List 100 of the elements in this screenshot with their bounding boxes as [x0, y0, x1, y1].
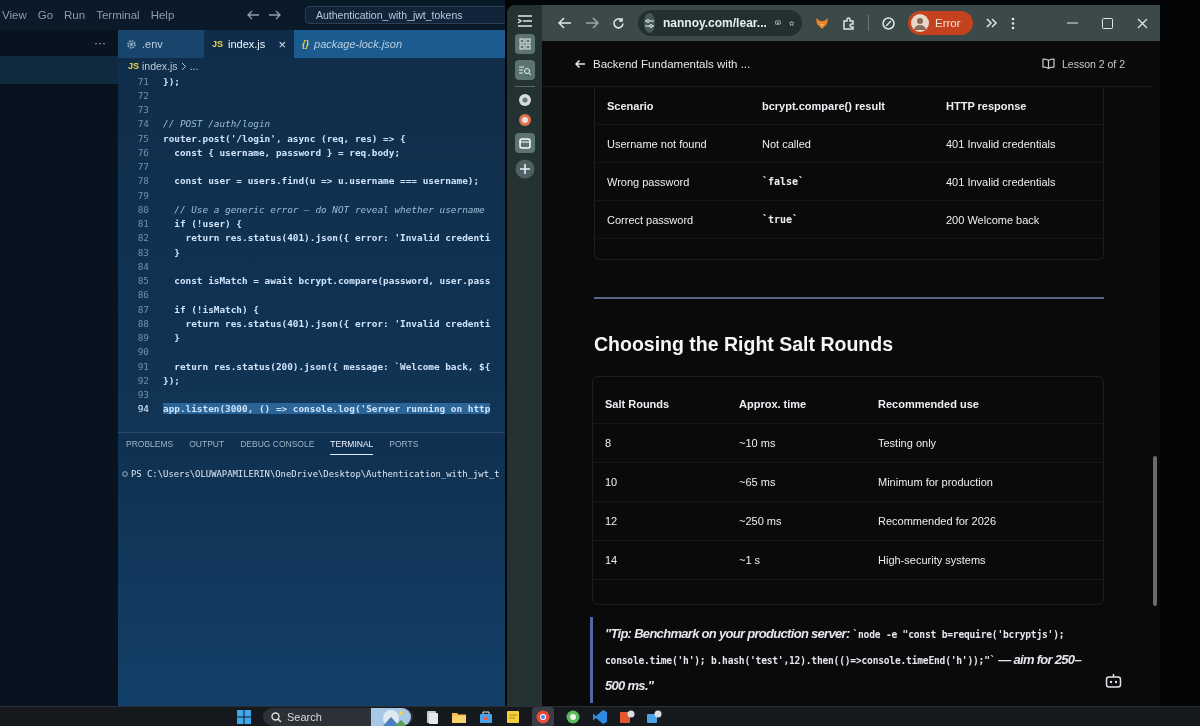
circle-icon	[122, 471, 128, 477]
panel-tab[interactable]: OUTPUT	[189, 439, 225, 454]
panel-tab[interactable]: DEBUG CONSOLE	[240, 439, 315, 454]
line-number: 90	[136, 346, 149, 358]
fox-icon[interactable]	[815, 16, 829, 30]
menu-item[interactable]: View	[2, 9, 27, 21]
windows-logo-icon[interactable]	[236, 708, 252, 725]
bag-icon[interactable]	[478, 708, 494, 725]
window-icon	[518, 137, 531, 149]
line-number: 88	[136, 317, 149, 329]
more-menu-icon[interactable]	[1010, 16, 1015, 30]
maximize-icon[interactable]	[1102, 17, 1113, 29]
menu-item[interactable]: Go	[37, 9, 54, 21]
code-line: // Use a generic error — do NOT reveal whether username	[173, 203, 485, 215]
plus-icon[interactable]	[514, 159, 535, 179]
code-line: const isMatch = await bcrypt.compare(password, user.pass	[173, 275, 491, 287]
table-cell-text: ~65 ms	[739, 476, 777, 488]
close-icon[interactable]	[1137, 17, 1148, 29]
line-number: 91	[136, 360, 149, 372]
editor-tab[interactable]: .env	[118, 30, 204, 58]
line-number: 74	[136, 118, 149, 130]
grid-button[interactable]	[514, 34, 535, 54]
line-number: 82	[136, 232, 149, 244]
line-number: 87	[136, 303, 149, 315]
more-button[interactable]: ···	[94, 36, 106, 50]
table-cell-text: 401 Invalid credentials	[946, 175, 1057, 188]
app-button[interactable]	[514, 133, 535, 153]
reload-icon[interactable]	[612, 16, 625, 30]
line-number: 80	[136, 203, 149, 215]
line-number: 86	[136, 289, 149, 301]
panel-tab[interactable]: PROBLEMS	[126, 439, 174, 454]
back-arrow-icon[interactable]	[246, 10, 260, 20]
profile-button[interactable]: Error	[908, 11, 973, 35]
column-header: Scenario	[607, 99, 655, 112]
line-number: 92	[136, 374, 149, 386]
files-icon[interactable]	[424, 708, 440, 725]
line-number: 77	[136, 161, 149, 173]
stack-icon[interactable]	[646, 708, 662, 725]
table-cell-text: Recommended for 2026	[878, 515, 997, 527]
table-cell-text: 10	[605, 476, 619, 488]
column-header: HTTP response	[946, 99, 1028, 112]
line-number: 93	[136, 389, 149, 401]
book-icon	[1041, 58, 1055, 69]
forward-arrow-icon[interactable]	[268, 10, 282, 20]
panel-tab[interactable]: PORTS	[389, 439, 419, 454]
line-number: 84	[136, 260, 149, 272]
editor-tab[interactable]: {} package-lock.json	[294, 30, 505, 58]
chevrons-icon[interactable]	[985, 18, 998, 28]
line-number: 79	[136, 189, 149, 201]
avatar-icon	[911, 14, 929, 32]
forward-arrow-icon[interactable]	[585, 17, 599, 29]
code-line: const user = users.find(u => u.username === username);	[173, 175, 480, 187]
table-cell-text: Testing only	[878, 437, 938, 449]
search-field[interactable]: Authentication_with_jwt_tokens	[305, 6, 505, 24]
close-tab-button[interactable]: ×	[278, 36, 286, 52]
line-number: 81	[136, 218, 149, 230]
note-icon[interactable]	[505, 708, 521, 725]
code-line: });	[163, 75, 180, 87]
table-cell-text: High-security systems	[878, 554, 987, 566]
panel-tab[interactable]: TERMINAL	[330, 439, 374, 455]
table-cell-text: ~1 s	[739, 554, 762, 566]
circle-logo-icon[interactable]	[517, 113, 532, 127]
code-editor-icon[interactable]	[592, 708, 608, 725]
address-bar[interactable]: nannoy.com/lear...	[638, 10, 802, 36]
code-line: // POST /auth/login	[163, 118, 271, 130]
puzzle-icon[interactable]	[842, 16, 855, 30]
tip-quote: "Tip: Benchmark on your production server: `node -e "const b=require('bcryptjs'); console.time('h'); b.hash('test',12).then(()=>console.timeEnd('h'));"` — aim for 250–500 ms."	[590, 617, 1097, 703]
code-line: return res.status(401).json({ error: 'Invalid credenti	[184, 317, 491, 329]
code-line: }	[173, 246, 180, 258]
section-heading: Choosing the Right Salt Rounds	[594, 333, 894, 357]
chat-icon[interactable]	[565, 708, 581, 725]
sidebar-toggle-icon[interactable]	[516, 14, 533, 28]
menu-item[interactable]: Help	[150, 9, 175, 21]
line-number: 83	[136, 246, 149, 258]
table-cell-text: 200 Welcome back	[946, 213, 1041, 226]
breadcrumb-item[interactable]: ...	[189, 60, 199, 72]
table-cell-text: Not called	[762, 137, 812, 150]
scrollbar-thumb[interactable]	[1153, 456, 1157, 606]
menu-item[interactable]: Terminal	[96, 9, 140, 21]
breadcrumb-item[interactable]: index.js	[142, 60, 178, 72]
file-type-icon: JS	[128, 61, 139, 71]
table-cell-text: `false`	[762, 176, 806, 187]
line-number: 89	[136, 332, 149, 344]
column-header: Recommended use	[878, 398, 980, 410]
search-list-button[interactable]	[514, 60, 535, 80]
line-number: 78	[136, 175, 149, 187]
circle-logo-icon[interactable]	[517, 93, 532, 107]
robot-icon[interactable]	[1105, 673, 1122, 688]
line-number: 71	[136, 75, 149, 87]
line-number: 73	[136, 104, 149, 116]
back-link[interactable]: Backend Fundamentals with ...	[574, 57, 751, 70]
browser-icon[interactable]	[532, 706, 554, 726]
search-list-icon	[518, 64, 531, 76]
menu-item[interactable]: Run	[64, 9, 86, 21]
table-cell-text: Minimum for production	[878, 476, 994, 488]
column-header: bcrypt.compare() result	[762, 99, 886, 112]
slides-icon[interactable]	[619, 708, 635, 725]
tune-icon[interactable]	[644, 18, 655, 28]
table-cell-text: Username not found	[607, 137, 708, 150]
grid-icon	[518, 38, 531, 50]
